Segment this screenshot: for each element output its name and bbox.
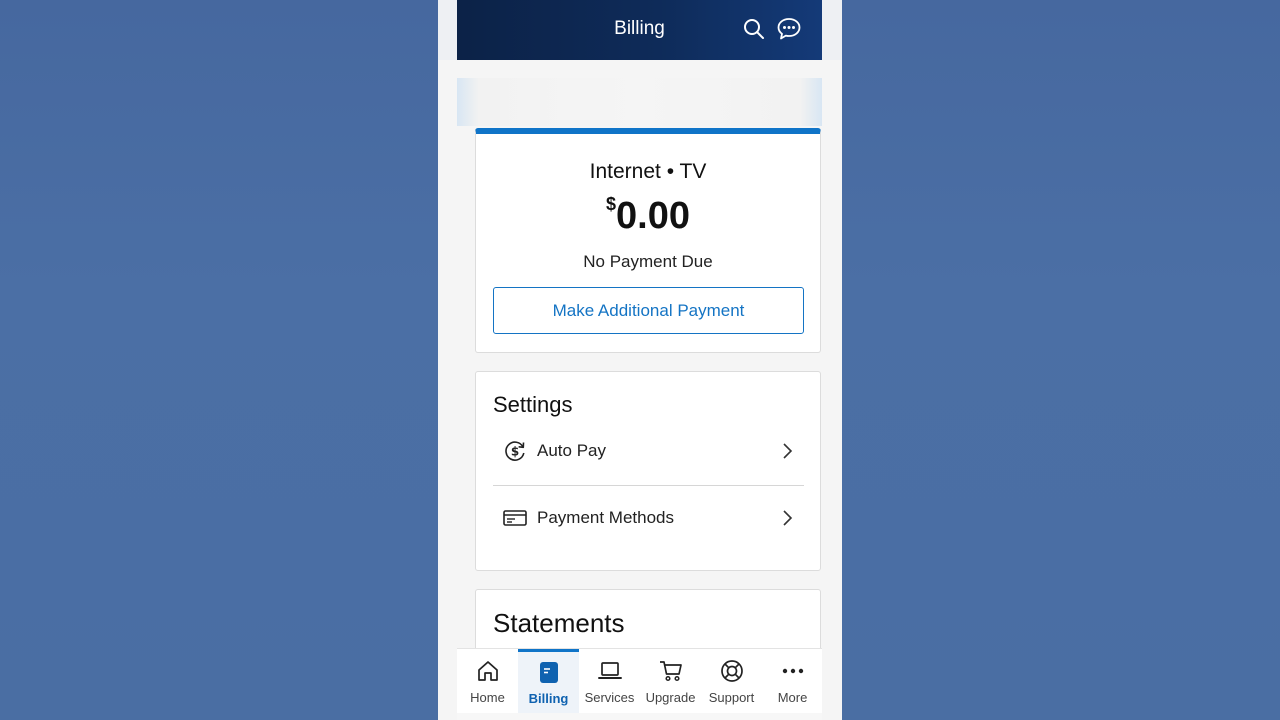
settings-item-payment-methods[interactable]: Payment Methods xyxy=(493,493,804,543)
tab-label: More xyxy=(777,690,808,705)
chevron-right-icon xyxy=(780,442,794,460)
home-indicator-area xyxy=(457,713,822,720)
auto-pay-label: Auto Pay xyxy=(537,441,606,460)
more-icon xyxy=(780,658,806,684)
tab-support[interactable]: Support xyxy=(701,649,762,713)
home-icon xyxy=(475,658,501,684)
tab-label: Billing xyxy=(528,691,569,706)
background-left xyxy=(0,0,438,720)
settings-title: Settings xyxy=(493,392,573,417)
tab-more[interactable]: More xyxy=(762,649,823,713)
service-summary: Internet • TV xyxy=(589,160,707,183)
amount-value: 0.00 xyxy=(616,195,690,237)
payment-status: No Payment Due xyxy=(583,252,713,271)
billing-icon xyxy=(536,659,562,685)
bottom-tab-bar: Home Billing Services Upgrade Support Mo… xyxy=(457,648,822,720)
laptop-icon xyxy=(597,658,623,684)
phone-screen: Billing Internet • TV $0.00 No Payment D… xyxy=(438,0,842,720)
tab-upgrade[interactable]: Upgrade xyxy=(640,649,701,713)
tab-label: Services xyxy=(584,690,635,705)
balance-card: Internet • TV $0.00 No Payment Due Make … xyxy=(475,128,821,353)
divider xyxy=(493,485,804,486)
payment-methods-label: Payment Methods xyxy=(537,508,675,527)
tab-billing[interactable]: Billing xyxy=(518,649,579,713)
currency-symbol: $ xyxy=(606,194,617,214)
chevron-right-icon xyxy=(780,509,794,527)
chat-icon[interactable] xyxy=(776,16,802,42)
tab-label: Home xyxy=(470,690,505,705)
balance-amount: $0.00 xyxy=(476,194,820,238)
app-header: Billing xyxy=(457,0,822,60)
page-title: Billing xyxy=(614,18,665,39)
autopay-icon: $ xyxy=(502,438,528,464)
tab-home[interactable]: Home xyxy=(457,649,518,713)
svg-text:$: $ xyxy=(511,445,519,459)
tab-label: Support xyxy=(708,690,755,705)
credit-card-icon xyxy=(502,505,528,531)
search-icon[interactable] xyxy=(741,16,767,42)
tab-label: Upgrade xyxy=(645,690,696,705)
settings-card: Settings $ Auto Pay Payment Methods xyxy=(475,371,821,571)
cart-icon xyxy=(658,658,684,684)
background-right xyxy=(842,0,1280,720)
settings-item-auto-pay[interactable]: $ Auto Pay xyxy=(493,426,804,476)
statements-title: Statements xyxy=(493,608,625,638)
lifebuoy-icon xyxy=(719,658,745,684)
tab-services[interactable]: Services xyxy=(579,649,640,713)
make-additional-payment-button[interactable]: Make Additional Payment xyxy=(493,287,804,334)
scroll-fade xyxy=(457,78,822,126)
